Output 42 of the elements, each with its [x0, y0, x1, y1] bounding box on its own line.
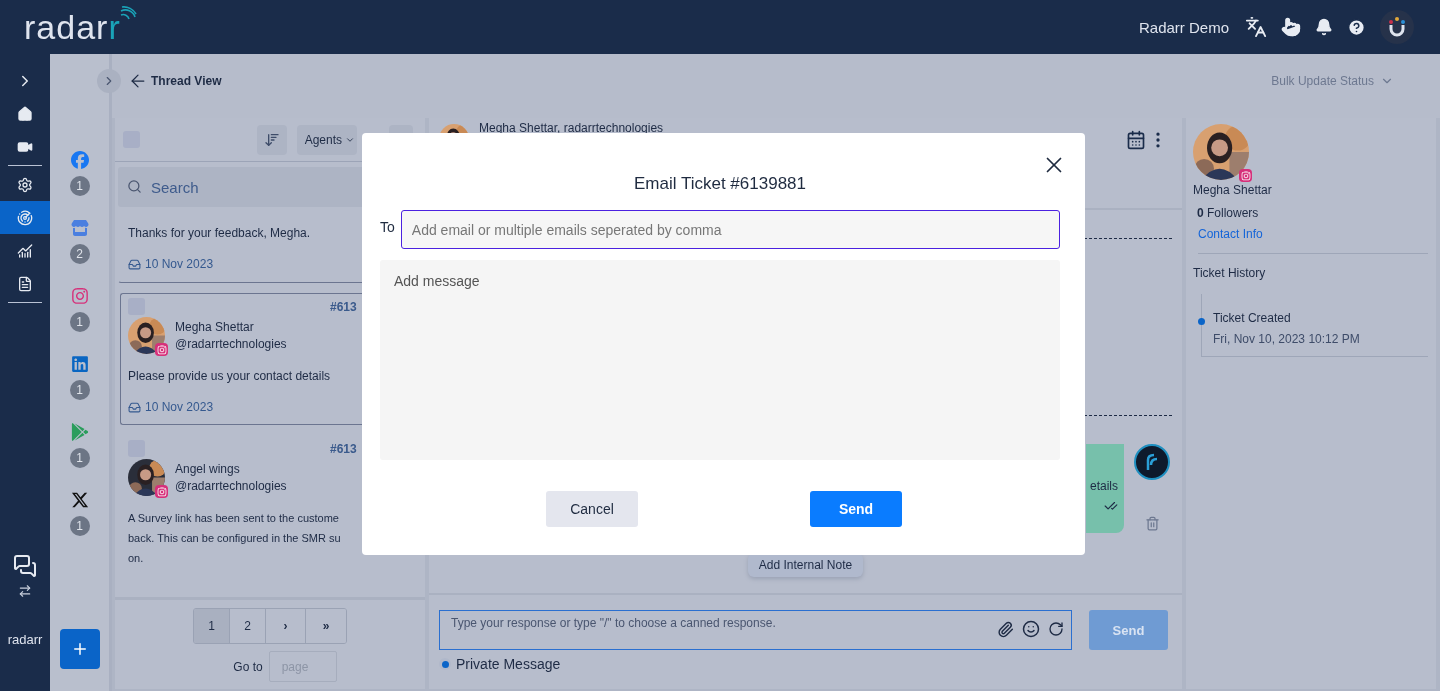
to-label: To: [380, 218, 395, 235]
back-link[interactable]: Thread View: [128, 71, 222, 91]
date: 10 Nov 2023: [145, 400, 214, 414]
message-text: on.: [128, 551, 144, 566]
count-badge: 1: [69, 448, 90, 468]
message-text: back. This can be configured in the SMR su: [128, 531, 341, 546]
ticket-history-title: Ticket History: [1193, 266, 1267, 280]
author-name: Megha Shettar: [175, 320, 255, 334]
logo: radarr: [24, 10, 121, 44]
count-badge: 1: [69, 312, 90, 332]
private-message-radio[interactable]: Private Message: [439, 656, 1168, 672]
author-name: Angel wings: [175, 462, 241, 476]
message-text: Please provide us your contact details: [128, 368, 331, 385]
send-button[interactable]: Send: [810, 491, 902, 527]
message-text: etails: [1090, 478, 1118, 493]
page-button[interactable]: 1: [194, 609, 230, 643]
go-to-label: Go to: [233, 659, 263, 674]
footer-logo: radarr: [7, 632, 43, 647]
followers-count: 0 Followers: [1197, 206, 1260, 220]
user-name: Radarr Demo: [1138, 18, 1229, 36]
response-field[interactable]: Type your response or type "/" to choose a canned response.: [439, 610, 1072, 650]
history-event: Ticket Created: [1213, 311, 1292, 325]
author-handle: @radarrtechnologies: [175, 479, 287, 493]
internal-note-button[interactable]: Add Internal Note: [747, 553, 864, 577]
profile-name: Megha Shettar: [1193, 183, 1273, 197]
dialog-title: Email Ticket #6139881: [633, 174, 807, 194]
author-handle: @radarrtechnologies: [175, 337, 287, 351]
cancel-button[interactable]: Cancel: [546, 491, 638, 527]
ticket-number: #613: [330, 299, 357, 314]
message-text: A Survey link has been sent to the custome: [128, 511, 339, 526]
message-field[interactable]: Add message: [380, 260, 1060, 460]
thread-title: Megha Shettar, radarrtechnologies: [479, 121, 664, 135]
agents-dropdown[interactable]: Agents: [296, 124, 357, 155]
history-time: Fri, Nov 10, 2023 10:12 PM: [1213, 332, 1361, 346]
count-badge: 1: [69, 516, 90, 536]
count-badge: 1: [69, 380, 90, 400]
message-text: Thanks for your feedback, Megha.: [128, 225, 311, 242]
count-badge: 2: [69, 244, 90, 264]
date: 10 Nov 2023: [145, 257, 214, 271]
count-badge: 1: [69, 176, 90, 196]
email-field[interactable]: Add email or multiple emails seperated by comma: [400, 210, 1060, 249]
ticket-number: #613: [330, 441, 357, 456]
